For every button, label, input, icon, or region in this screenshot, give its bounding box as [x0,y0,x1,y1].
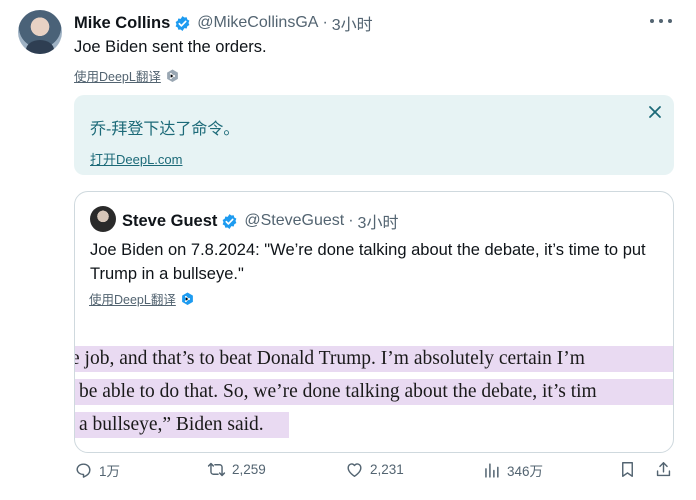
separator-dot: · [348,212,354,229]
views-chart-icon [485,462,499,478]
author-avatar[interactable] [18,10,62,54]
timestamp[interactable]: 3小时 [332,11,373,35]
article-line: a bullseye,” Biden said. [75,412,289,438]
author-handle[interactable]: @MikeCollinsGA [197,14,318,32]
bookmark-icon [622,462,633,477]
share-button[interactable] [654,460,673,479]
views-button[interactable]: 346万 [482,460,543,480]
translation-text: 乔-拜登下达了命令。 [90,121,240,138]
like-button[interactable]: 2,231 [345,460,404,479]
article-line: e job, and that’s to beat Donald Trump. … [75,346,673,372]
reply-button[interactable]: 1万 [74,460,120,480]
translation-panel: 乔-拜登下达了命令。 打开DeepL.com [74,95,674,175]
retweet-count: 2,259 [232,462,266,477]
tweet-header: Mike Collins @MikeCollinsGA · 3小时 [74,11,373,35]
deepl-translate-label: 使用DeepL翻译 [89,293,176,307]
bookmark-button[interactable] [618,460,637,479]
quote-text: Joe Biden on 7.8.2024: "We’re done talki… [90,241,646,283]
deepl-translate-label: 使用DeepL翻译 [74,70,161,84]
author-name[interactable]: Mike Collins [74,14,170,33]
heart-icon [347,463,362,477]
retweet-button[interactable]: 2,259 [207,460,266,479]
action-bar: 1万 2,259 2,231 346万 [74,460,680,486]
quote-author-name[interactable]: Steve Guest [122,212,217,231]
deepl-logo-icon [166,69,178,82]
close-icon[interactable] [648,105,662,119]
more-options-icon[interactable] [650,14,672,28]
quote-author-handle[interactable]: @SteveGuest [244,212,344,230]
verified-badge-icon [223,213,237,229]
quote-deepl-translate-link[interactable]: 使用DeepL翻译 [89,289,194,308]
verified-badge-icon [175,15,190,31]
reply-count: 1万 [99,464,121,479]
like-count: 2,231 [370,462,404,477]
reply-icon [76,462,91,478]
quote-header: Steve Guest @SteveGuest · 3小时 [122,209,398,233]
share-icon [656,462,671,477]
quote-timestamp[interactable]: 3小时 [358,209,399,233]
quoted-tweet-card[interactable]: Steve Guest @SteveGuest · 3小时 Joe Biden … [74,191,674,453]
deepl-translate-link[interactable]: 使用DeepL翻译 [74,66,179,85]
separator-dot: · [322,14,328,31]
views-count: 346万 [507,464,544,479]
deepl-logo-icon [181,292,193,305]
tweet-text: Joe Biden sent the orders. [74,38,267,56]
retweet-icon [207,462,226,477]
open-deepl-link[interactable]: 打开DeepL.com [90,149,182,168]
quote-author-avatar[interactable] [90,206,116,232]
quoted-article-image: e job, and that’s to beat Donald Trump. … [75,342,673,452]
article-line: be able to do that. So, we’re done talki… [75,379,673,405]
